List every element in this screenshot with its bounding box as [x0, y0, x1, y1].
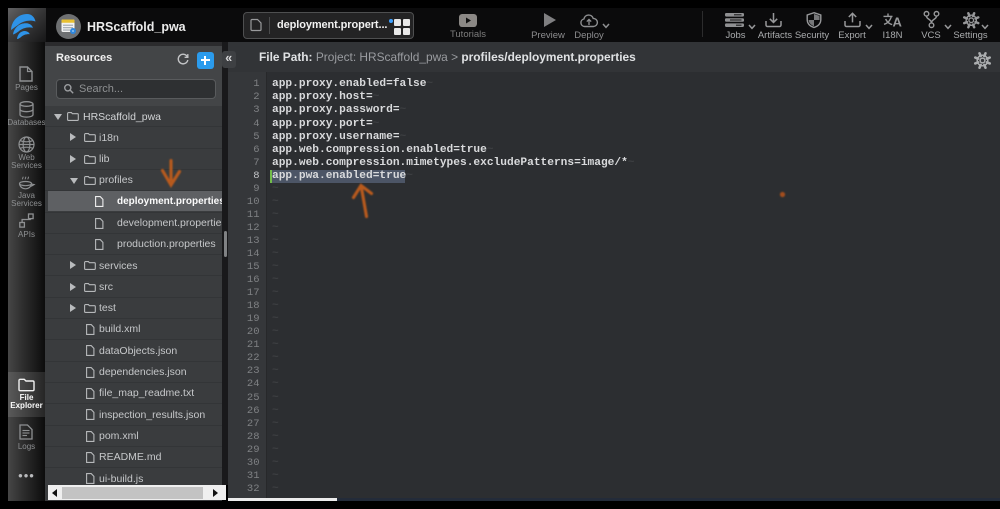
svg-text:A: A	[893, 15, 903, 30]
